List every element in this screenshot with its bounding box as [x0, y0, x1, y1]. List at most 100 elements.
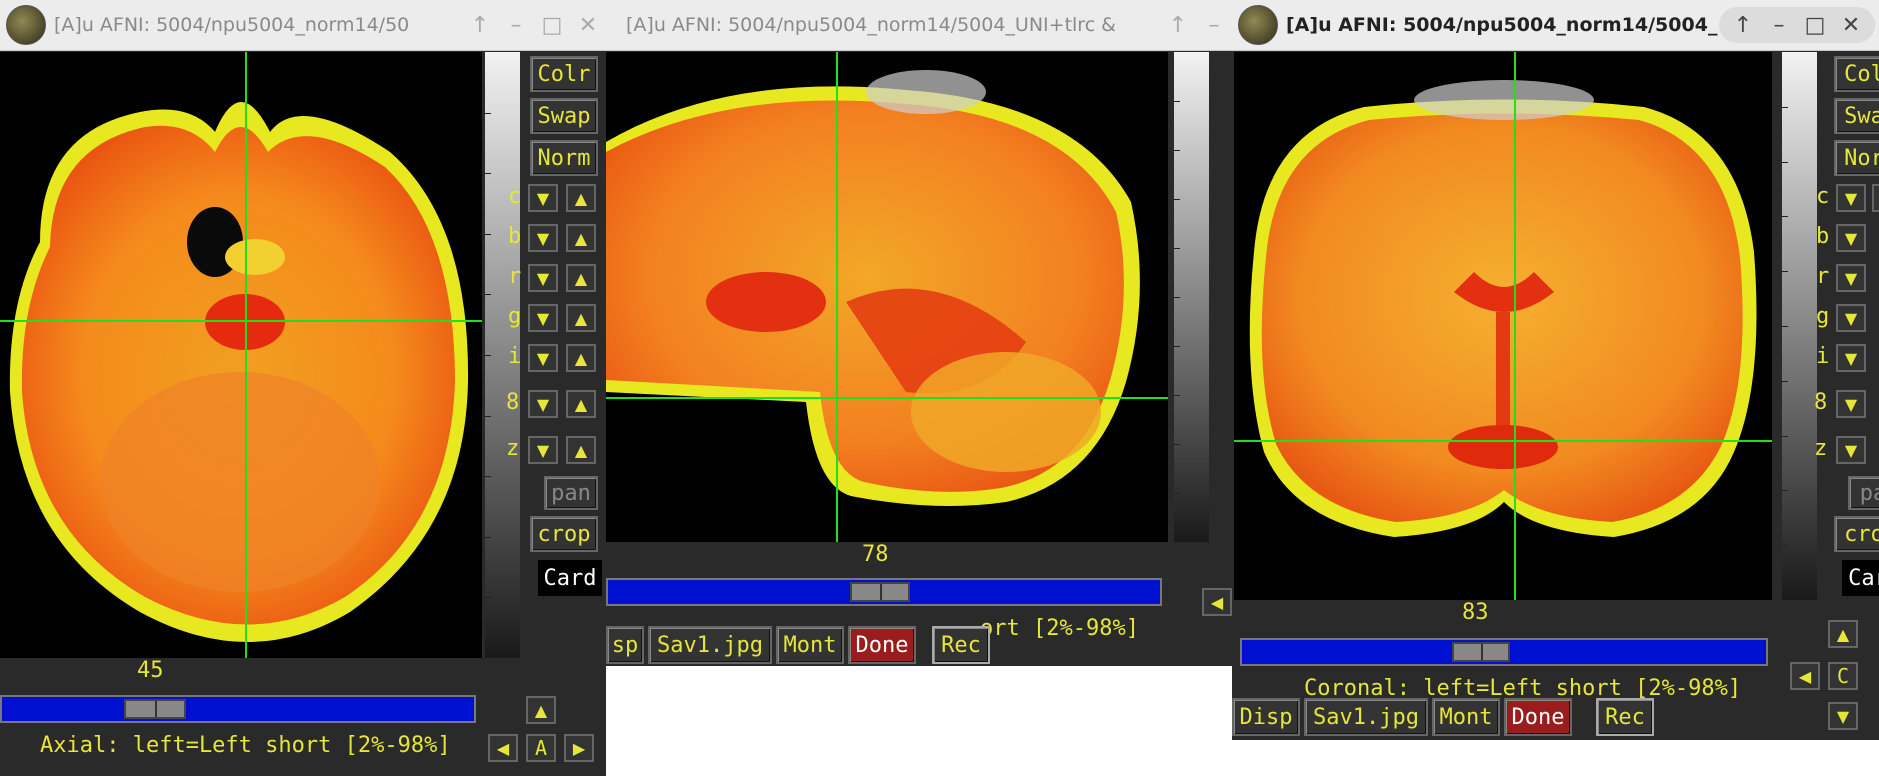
- rotate-up-arrow-icon[interactable]: ▲: [566, 264, 596, 292]
- axial-slice-slider[interactable]: [0, 695, 476, 723]
- swap-button[interactable]: Swap: [530, 98, 598, 134]
- coronal-swap-button[interactable]: Swa: [1834, 98, 1879, 134]
- maximize-icon[interactable]: □: [1797, 13, 1833, 38]
- card-button[interactable]: Card: [538, 560, 602, 596]
- coronal-crosshair-horizontal: [1234, 440, 1772, 442]
- coronal-image-label: i: [1816, 344, 1830, 369]
- sagittal-slider-thumb[interactable]: [850, 582, 910, 602]
- colr-button[interactable]: Colr: [530, 56, 598, 92]
- sagittal-colorbar[interactable]: [1174, 52, 1209, 542]
- coronal-titlebar[interactable]: [A]u AFNI: 5004/npu5004_norm14/5004_UN ↑…: [1232, 0, 1879, 51]
- coronal-save-button[interactable]: Sav1.jpg: [1304, 698, 1428, 736]
- sagittal-mont-button[interactable]: Mont: [776, 626, 844, 664]
- coronal-colr-button[interactable]: Col: [1834, 56, 1879, 92]
- axial-image[interactable]: [0, 52, 482, 658]
- coronal-c-button[interactable]: C: [1828, 662, 1858, 690]
- zoom-up-arrow-icon[interactable]: ▲: [566, 436, 596, 464]
- sagittal-slice-number: 78: [862, 542, 889, 567]
- image-up-arrow-icon[interactable]: ▲: [566, 344, 596, 372]
- coronal-scroll-up-arrow-icon[interactable]: ▲: [1828, 620, 1858, 648]
- colorbar-tick: [485, 415, 491, 417]
- coronal-image-down-arrow-icon[interactable]: ▼: [1836, 344, 1866, 372]
- image-down-arrow-icon[interactable]: ▼: [528, 344, 558, 372]
- coronal-crop-button[interactable]: cro: [1834, 516, 1879, 552]
- coronal-mont-button[interactable]: Mont: [1432, 698, 1500, 736]
- coronal-image[interactable]: [1234, 52, 1772, 600]
- coronal-rotate-down-arrow-icon[interactable]: ▼: [1836, 264, 1866, 292]
- coronal-contrast-down-arrow-icon[interactable]: ▼: [1836, 184, 1866, 212]
- rotate-down-arrow-icon[interactable]: ▼: [528, 264, 558, 292]
- eight-up-arrow-icon[interactable]: ▲: [566, 390, 596, 418]
- sagittal-save-button[interactable]: Sav1.jpg: [648, 626, 772, 664]
- coronal-crosshair-vertical: [1514, 52, 1516, 600]
- sagittal-slice-slider[interactable]: [606, 578, 1162, 606]
- axial-slice-number: 45: [137, 658, 164, 683]
- sagittal-disp-button[interactable]: sp: [606, 626, 644, 664]
- contrast-down-arrow-icon[interactable]: ▼: [528, 184, 558, 212]
- maximize-icon[interactable]: □: [534, 13, 570, 38]
- afni-logo-icon: [6, 5, 46, 45]
- colorbar-tick: [1174, 493, 1180, 494]
- pan-button[interactable]: pan: [544, 476, 598, 510]
- image-label: i: [508, 344, 522, 369]
- colorbar-tick: [1174, 150, 1180, 151]
- axial-a-button[interactable]: A: [526, 734, 556, 762]
- colorbar-tick: [1782, 326, 1788, 327]
- coronal-rotate-label: r: [1816, 264, 1830, 289]
- axial-status-text: Axial: left=Left short [2%-98%]: [40, 733, 451, 758]
- close-icon[interactable]: ✕: [570, 13, 606, 38]
- minimize-icon[interactable]: –: [1761, 13, 1797, 38]
- eight-down-arrow-icon[interactable]: ▼: [528, 390, 558, 418]
- colorbar-tick: [485, 355, 491, 356]
- coronal-zoom-down-arrow-icon[interactable]: ▼: [1836, 436, 1866, 464]
- contrast-up-arrow-icon[interactable]: ▲: [566, 184, 596, 212]
- axial-titlebar[interactable]: [A]u AFNI: 5004/npu5004_norm14/50 ↑ – □ …: [0, 0, 606, 51]
- coronal-brightness-down-arrow-icon[interactable]: ▼: [1836, 224, 1866, 252]
- up-icon[interactable]: ↑: [1725, 13, 1761, 38]
- sagittal-titlebar[interactable]: [A]u AFNI: 5004/npu5004_norm14/5004_UNI+…: [606, 0, 1232, 51]
- sagittal-image[interactable]: [606, 52, 1168, 542]
- coronal-rec-button[interactable]: Rec: [1596, 698, 1654, 736]
- minimize-icon[interactable]: –: [1196, 13, 1232, 38]
- coronal-contrast-up-arrow-icon[interactable]: ▲: [1872, 184, 1879, 212]
- colorbar-tick: [1782, 271, 1788, 273]
- coronal-card-button[interactable]: Car: [1842, 560, 1879, 596]
- norm-button[interactable]: Norm: [530, 140, 598, 176]
- colorbar-tick: [485, 536, 491, 538]
- coronal-brightness-label: b: [1816, 224, 1830, 249]
- coronal-gamma-down-arrow-icon[interactable]: ▼: [1836, 304, 1866, 332]
- brightness-up-arrow-icon[interactable]: ▲: [566, 224, 596, 252]
- coronal-norm-button[interactable]: Nor: [1834, 140, 1879, 176]
- afni-logo-icon: [1238, 5, 1278, 45]
- coronal-slice-slider[interactable]: [1240, 638, 1768, 666]
- axial-right-arrow-icon[interactable]: ▶: [564, 734, 594, 762]
- axial-left-arrow-icon[interactable]: ◀: [488, 734, 518, 762]
- gamma-down-arrow-icon[interactable]: ▼: [528, 304, 558, 332]
- gamma-up-arrow-icon[interactable]: ▲: [566, 304, 596, 332]
- coronal-scroll-down-arrow-icon[interactable]: ▼: [1828, 702, 1858, 730]
- zoom-down-arrow-icon[interactable]: ▼: [528, 436, 558, 464]
- colorbar-tick: [1174, 444, 1180, 445]
- brightness-down-arrow-icon[interactable]: ▼: [528, 224, 558, 252]
- sagittal-crosshair-horizontal: [606, 397, 1168, 399]
- coronal-disp-button[interactable]: Disp: [1232, 698, 1300, 736]
- up-icon[interactable]: ↑: [1160, 13, 1196, 38]
- sagittal-left-arrow-icon[interactable]: ◀: [1202, 588, 1232, 616]
- coronal-colorbar[interactable]: [1782, 52, 1817, 600]
- crop-button[interactable]: crop: [530, 516, 598, 552]
- coronal-pan-button[interactable]: pa: [1848, 476, 1879, 510]
- coronal-eight-down-arrow-icon[interactable]: ▼: [1836, 390, 1866, 418]
- axial-slider-thumb[interactable]: [124, 699, 186, 719]
- sagittal-rec-button[interactable]: Rec: [932, 626, 990, 664]
- coronal-slider-thumb[interactable]: [1452, 642, 1510, 662]
- sagittal-done-button[interactable]: Done: [848, 626, 916, 664]
- close-icon[interactable]: ✕: [1833, 13, 1869, 38]
- coronal-done-button[interactable]: Done: [1504, 698, 1572, 736]
- titlebar-controls: ↑ – □ ✕: [1719, 7, 1875, 43]
- axial-scroll-up-arrow-icon[interactable]: ▲: [526, 696, 556, 724]
- up-icon[interactable]: ↑: [462, 13, 498, 38]
- coronal-window-title: [A]u AFNI: 5004/npu5004_norm14/5004_UN: [1286, 14, 1719, 36]
- coronal-left-arrow-icon[interactable]: ◀: [1790, 662, 1820, 690]
- minimize-icon[interactable]: –: [498, 13, 534, 38]
- gamma-label: g: [508, 304, 522, 329]
